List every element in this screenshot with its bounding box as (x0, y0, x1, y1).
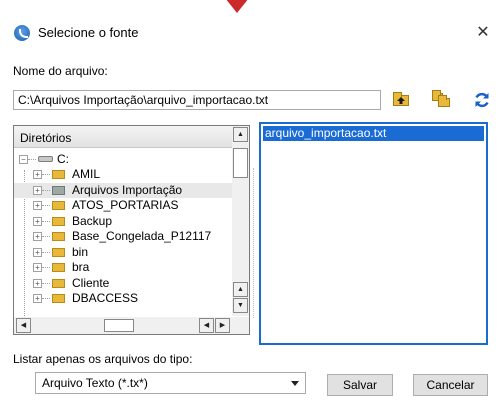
folder-up-icon (393, 92, 409, 106)
scroll-right-icon[interactable]: ▶ (215, 318, 230, 333)
file-type-value: Arquivo Texto (*.tx*) (42, 376, 148, 390)
directories-hscrollbar[interactable]: ◀ ◀ ▶ (14, 317, 249, 334)
tree-row[interactable]: + Backup (14, 214, 232, 229)
tree-item-label: ATOS_PORTARIAS (72, 198, 179, 212)
expand-icon[interactable]: + (33, 170, 42, 179)
folder-icon (52, 216, 65, 226)
tree-connector (42, 205, 50, 206)
window-title: Selecione o fonte (38, 25, 139, 40)
tree-connector (42, 251, 50, 253)
tree-connector (42, 267, 50, 268)
file-list-item[interactable]: arquivo_importacao.txt (263, 126, 484, 141)
folder-open-icon (52, 185, 65, 195)
pointer-marker (225, 0, 249, 13)
expand-icon[interactable]: + (33, 216, 42, 226)
folder-up-button[interactable] (390, 90, 412, 110)
tree-connector (42, 174, 50, 175)
scroll-thumb[interactable] (233, 148, 248, 178)
title-bar: Selecione o fonte ✕ (0, 18, 500, 48)
directories-panel[interactable]: Diretórios − C: + AMIL + Arquivos Importaçã… (13, 125, 250, 335)
folder-icon (52, 263, 65, 272)
folder-icon (52, 201, 65, 210)
folder-icon (52, 232, 65, 241)
tree-row[interactable]: + Arquivos Importação (14, 182, 232, 198)
refresh-button[interactable] (471, 90, 493, 110)
tree-item-label: Cliente (72, 275, 110, 290)
folder-icon (52, 170, 65, 179)
directories-header: Diretórios (14, 126, 232, 148)
drive-icon (38, 156, 53, 162)
scroll-down-icon[interactable]: ▼ (233, 298, 248, 313)
expand-icon[interactable]: + (33, 232, 42, 241)
directories-vscrollbar[interactable]: ▲ ▲ ▼ (232, 126, 249, 316)
tree-connector (42, 220, 50, 222)
cancel-button[interactable]: Cancelar (413, 374, 488, 396)
tree-row-root[interactable]: − C: (14, 152, 232, 167)
tree-connector (42, 282, 50, 284)
tree-row[interactable]: + DBACCESS (14, 291, 232, 306)
h-scroll-thumb[interactable] (104, 319, 134, 332)
tree-row[interactable]: + bra (14, 260, 232, 275)
scroll-left-icon[interactable]: ◀ (16, 318, 31, 333)
tree-connector (42, 298, 50, 299)
scroll-left-icon[interactable]: ◀ (199, 318, 214, 333)
scroll-up-icon[interactable]: ▲ (233, 282, 248, 297)
tree-row[interactable]: + ATOS_PORTARIAS (14, 198, 232, 213)
file-name-label: Nome do arquivo: (13, 64, 108, 78)
save-button[interactable]: Salvar (327, 374, 393, 396)
folder-icon (52, 247, 65, 257)
expand-icon[interactable]: + (33, 247, 42, 257)
app-icon (14, 25, 30, 41)
expand-icon[interactable]: + (33, 201, 42, 210)
file-type-select[interactable]: Arquivo Texto (*.tx*) (35, 372, 306, 394)
chevron-down-icon[interactable] (291, 381, 299, 386)
file-type-label: Listar apenas os arquivos do tipo: (13, 352, 193, 366)
tree-item-label: bin (72, 244, 89, 259)
close-button[interactable]: ✕ (470, 20, 496, 46)
tree-item-label: Base_Congelada_P12117 (72, 229, 212, 243)
file-path-input[interactable] (13, 90, 381, 110)
tree-item-label: Arquivos Importação (72, 182, 183, 197)
tree-row[interactable]: + bin (14, 245, 232, 260)
new-folder-button[interactable] (431, 90, 453, 110)
tree-item-label: AMIL (72, 167, 101, 181)
expand-icon[interactable]: + (33, 294, 42, 303)
tree-connector (42, 236, 50, 237)
refresh-icon (475, 92, 489, 108)
collapse-icon[interactable]: − (19, 155, 28, 164)
panel-splitter[interactable] (253, 168, 256, 318)
tree-item-label: DBACCESS (72, 291, 139, 305)
tree-row[interactable]: + AMIL (14, 167, 232, 182)
folder-icon (52, 278, 65, 288)
tree-root-label: C: (57, 152, 69, 166)
expand-icon[interactable]: + (33, 278, 42, 288)
expand-icon[interactable]: + (33, 263, 42, 272)
scroll-up-icon[interactable]: ▲ (233, 127, 248, 142)
tree-item-label: Backup (72, 213, 113, 228)
folder-icon (52, 294, 65, 303)
tree-row[interactable]: + Cliente (14, 276, 232, 291)
files-panel[interactable]: arquivo_importacao.txt (259, 122, 488, 345)
tree-row[interactable]: + Base_Congelada_P12117 (14, 229, 232, 244)
tree-connector (42, 189, 50, 191)
expand-icon[interactable]: + (33, 185, 42, 195)
tree-item-label: bra (72, 260, 90, 274)
